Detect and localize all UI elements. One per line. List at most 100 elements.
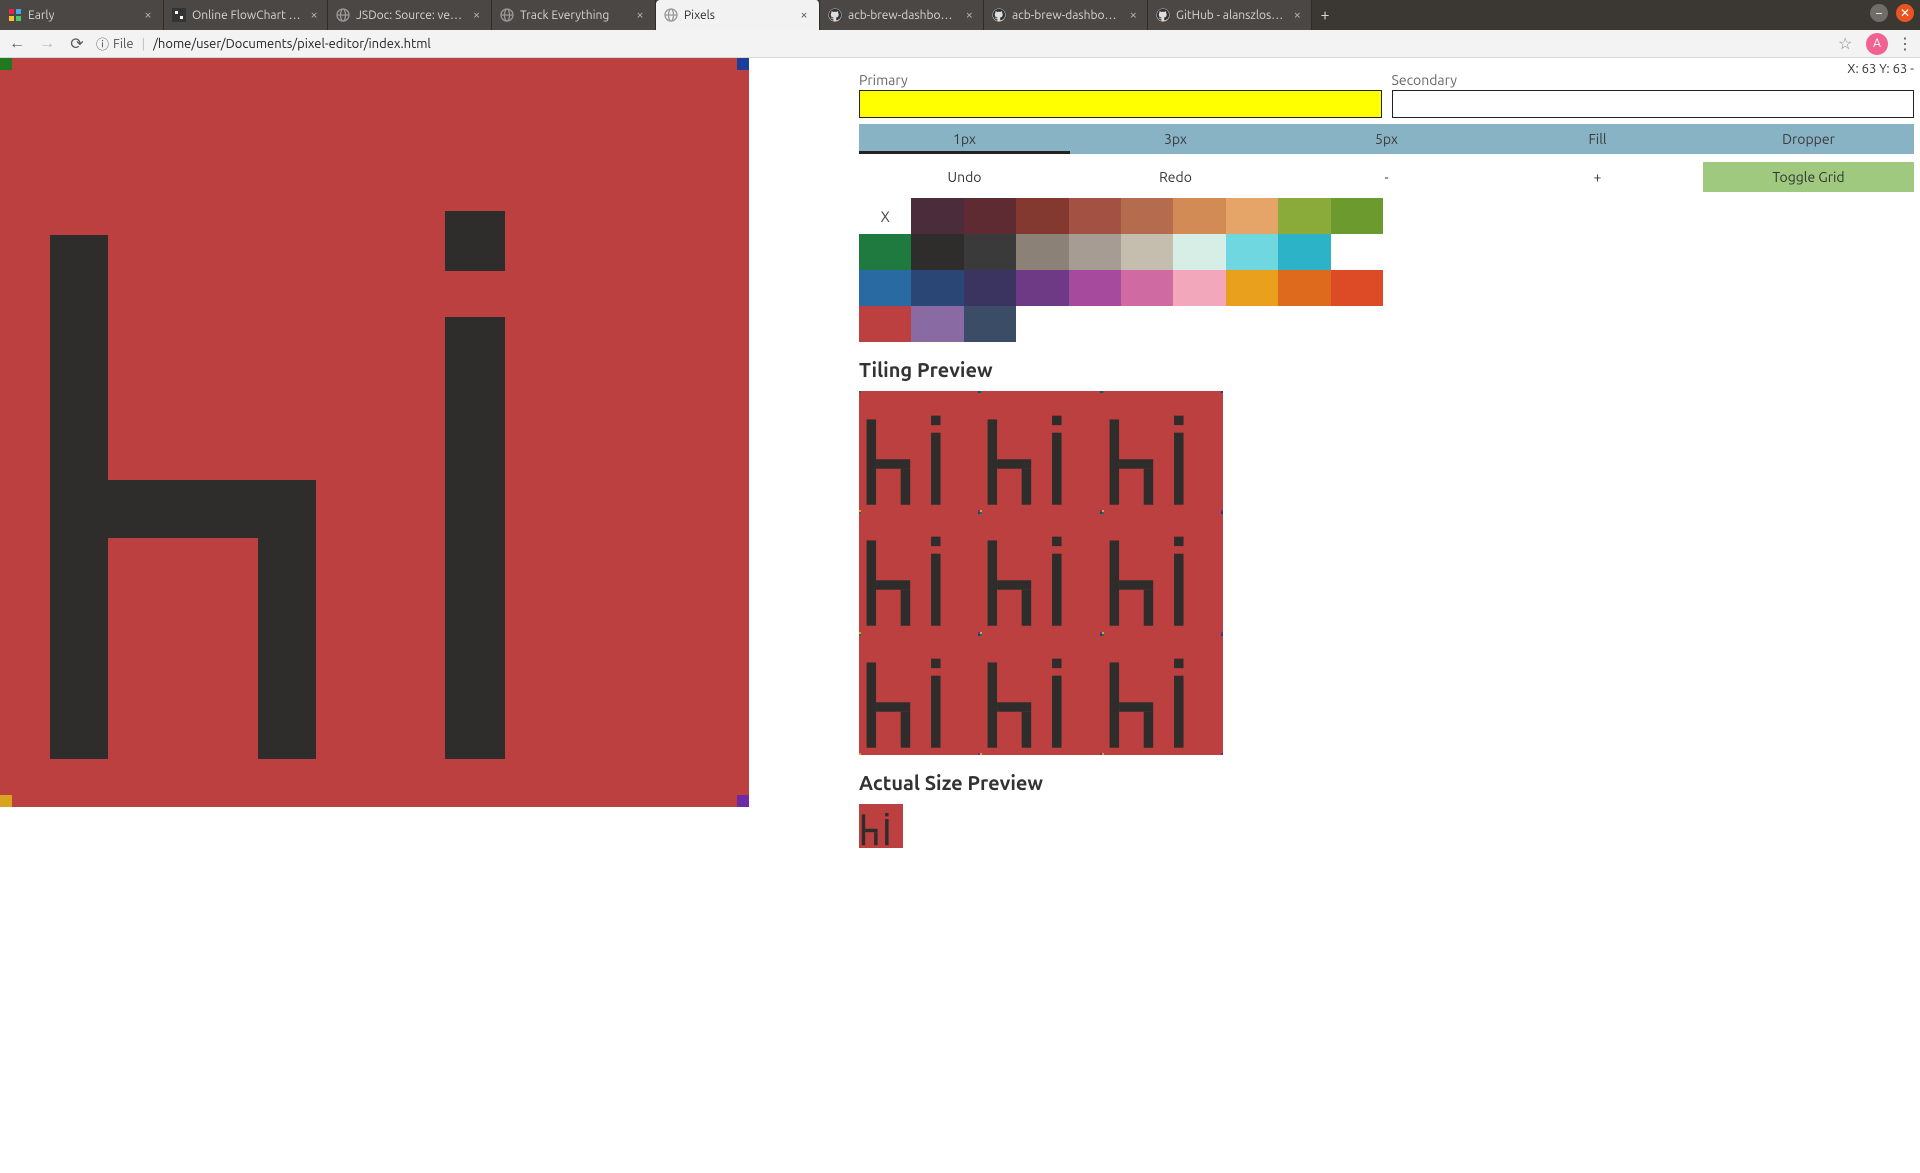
nav-reload-button[interactable]: ⟳ [66,33,88,55]
palette-color[interactable] [1226,198,1278,234]
palette-color[interactable] [1331,270,1383,306]
tiling-tile [1102,634,1223,755]
palette-color[interactable] [964,270,1016,306]
window-minimize-icon[interactable]: – [1870,4,1888,22]
tiling-tile [980,391,1101,512]
new-tab-button[interactable]: + [1312,0,1338,30]
window-controls: – ✕ [1870,4,1914,22]
action-row: Undo Redo - + Toggle Grid [859,162,1920,192]
palette-color[interactable] [964,306,1016,342]
undo-button[interactable]: Undo [859,162,1070,192]
tab-label: JSDoc: Source: vec2.js [356,9,464,22]
palette-color[interactable] [1121,234,1173,270]
browser-menu-icon[interactable]: ⋮ [1896,34,1914,53]
os-tab-bar: Early×Online FlowChart & Diagrams×JSDoc:… [0,0,1920,30]
window-close-icon[interactable]: ✕ [1896,4,1914,22]
toggle-grid-button[interactable]: Toggle Grid [1703,162,1914,192]
browser-tab[interactable]: acb-brew-dashboard/bre × [984,0,1148,30]
tab-close-icon[interactable]: × [309,8,319,22]
tool-dropper[interactable]: Dropper [1703,124,1914,154]
pixel-canvas[interactable] [0,58,749,807]
palette-color[interactable] [1226,234,1278,270]
zoom-in-button[interactable]: + [1492,162,1703,192]
tool-fill[interactable]: Fill [1492,124,1703,154]
palette-color[interactable] [1173,270,1225,306]
tool-1px[interactable]: 1px [859,124,1070,154]
palette-color[interactable] [911,234,963,270]
nav-back-button[interactable]: ← [6,33,28,55]
palette-color[interactable] [1331,198,1383,234]
tiling-tile [980,634,1101,755]
info-icon: ⓘ [96,34,109,53]
palette-color[interactable] [1278,198,1330,234]
tiling-tile [859,634,980,755]
redo-button[interactable]: Redo [1070,162,1281,192]
palette-color[interactable] [1069,198,1121,234]
tool-3px[interactable]: 3px [1070,124,1281,154]
palette-clear-button[interactable]: X [859,198,911,234]
tab-close-icon[interactable]: × [141,8,155,22]
palette-color[interactable] [1016,234,1068,270]
tab-close-icon[interactable]: × [797,8,811,22]
nav-forward-button[interactable]: → [36,33,58,55]
tool-5px[interactable]: 5px [1281,124,1492,154]
primary-color-swatch[interactable] [859,90,1382,118]
secondary-label: Secondary [1392,72,1915,88]
zoom-out-button[interactable]: - [1281,162,1492,192]
tiling-tile [1102,391,1223,512]
palette-color[interactable] [1016,270,1068,306]
tab-favicon [500,8,514,22]
tab-close-icon[interactable]: × [470,8,483,22]
primary-label: Primary [859,72,1382,88]
browser-tab[interactable]: JSDoc: Source: vec2.js × [328,0,492,30]
palette-color[interactable] [859,306,911,342]
browser-tab[interactable]: Track Everything × [492,0,656,30]
tab-close-icon[interactable]: × [633,8,647,22]
palette-color[interactable] [1121,270,1173,306]
tab-close-icon[interactable]: × [1127,8,1139,22]
actual-size-preview [859,804,903,848]
browser-tab[interactable]: acb-brew-dashboard/san× [820,0,984,30]
tab-favicon [172,8,186,22]
browser-tab[interactable]: Early × [0,0,164,30]
tab-close-icon[interactable]: × [1292,8,1303,22]
bookmark-star-icon[interactable]: ☆ [1838,34,1858,53]
tab-label: acb-brew-dashboard/bre [1012,9,1121,22]
palette-color[interactable] [1069,234,1121,270]
tiling-tile [980,512,1101,633]
palette-color[interactable] [911,270,963,306]
browser-tab[interactable]: Online FlowChart & Diagrams× [164,0,328,30]
palette-color[interactable] [859,270,911,306]
tab-label: Pixels [684,9,791,22]
tab-label: Track Everything [520,9,627,22]
palette-color[interactable] [1016,198,1068,234]
browser-tab[interactable]: Pixels × [656,0,820,30]
palette-color[interactable] [859,234,911,270]
palette-color[interactable] [1173,234,1225,270]
palette-color[interactable] [964,234,1016,270]
color-selectors: Primary Secondary [859,72,1920,118]
tab-close-icon[interactable]: × [963,8,975,22]
tiling-preview-heading: Tiling Preview [859,358,1920,381]
palette-color[interactable] [1069,270,1121,306]
palette-color[interactable] [964,198,1016,234]
brush-tool-row: 1px3px5pxFillDropper [859,124,1920,154]
tab-favicon [1156,8,1170,22]
tab-favicon [992,8,1006,22]
address-bar[interactable]: ⓘFile | /home/user/Documents/pixel-edito… [96,34,1830,53]
cursor-coordinates: X: 63 Y: 63 - [1847,62,1914,76]
palette-color[interactable] [1173,198,1225,234]
tiling-preview [859,391,1223,755]
secondary-color-swatch[interactable] [1392,90,1915,118]
palette-color[interactable] [1278,270,1330,306]
palette-color[interactable] [1226,270,1278,306]
palette-color[interactable] [1278,234,1330,270]
tab-label: Early [28,9,135,22]
palette-color[interactable] [911,198,963,234]
url-scheme: File [113,37,134,51]
palette-color[interactable] [911,306,963,342]
profile-avatar[interactable]: A [1866,33,1888,55]
browser-tab[interactable]: GitHub - alanszlosek/pixe× [1148,0,1312,30]
palette-color[interactable] [1121,198,1173,234]
tab-favicon [664,8,678,22]
